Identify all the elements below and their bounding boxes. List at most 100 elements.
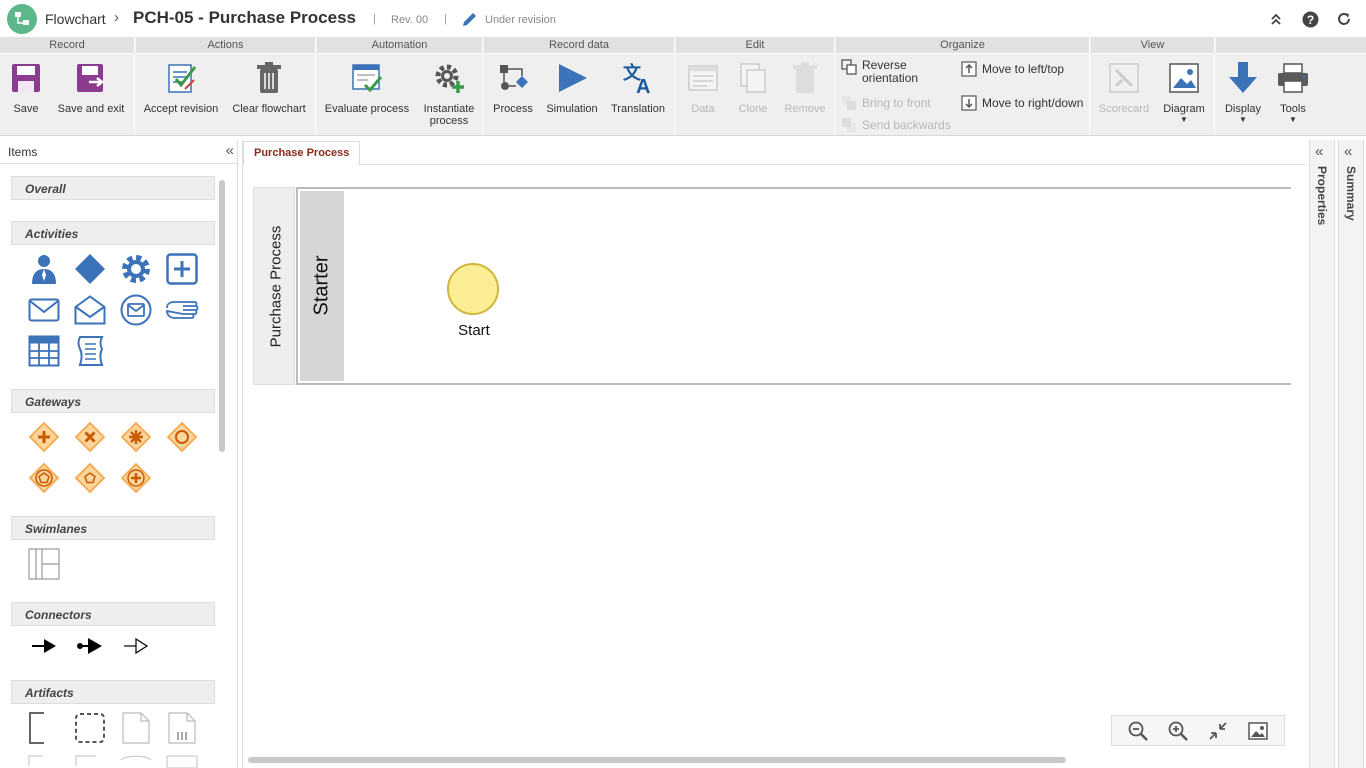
exclusive-event-gateway-icon[interactable] bbox=[73, 461, 107, 495]
default-flow-icon[interactable] bbox=[119, 629, 153, 663]
pool-header[interactable]: Purchase Process bbox=[253, 187, 295, 385]
clear-flowchart-button[interactable]: Clear flowchart bbox=[230, 60, 308, 115]
scorecard-button[interactable]: Scorecard bbox=[1097, 60, 1151, 115]
evaluate-process-button[interactable]: Evaluate process bbox=[323, 60, 411, 115]
data-icon bbox=[685, 60, 721, 96]
save-and-exit-button[interactable]: Save and exit bbox=[55, 60, 127, 115]
fit-icon[interactable] bbox=[1207, 720, 1229, 742]
properties-label: Properties bbox=[1315, 166, 1329, 226]
accept-revision-button[interactable]: Accept revision bbox=[142, 60, 220, 115]
sequence-flow-icon[interactable] bbox=[27, 629, 61, 663]
save-icon bbox=[8, 60, 44, 96]
expand-summary-icon[interactable]: « bbox=[1344, 143, 1353, 160]
group-label: Record data bbox=[484, 37, 674, 54]
subprocess-icon[interactable] bbox=[165, 252, 199, 286]
evaluate-process-label: Evaluate process bbox=[324, 103, 410, 115]
separator: | bbox=[444, 13, 447, 25]
dropdown-caret-icon: ▼ bbox=[1289, 115, 1297, 124]
move-left-top-label: Move to left/top bbox=[982, 62, 1065, 76]
zoom-in-icon[interactable] bbox=[1167, 720, 1189, 742]
help-icon[interactable]: ? bbox=[1300, 9, 1320, 29]
start-event[interactable] bbox=[447, 263, 499, 315]
tab-purchase-process[interactable]: Purchase Process bbox=[243, 141, 361, 165]
message-icon[interactable] bbox=[27, 293, 61, 327]
diamond-icon[interactable] bbox=[73, 252, 107, 286]
exclusive-gateway-icon[interactable] bbox=[73, 420, 107, 454]
gear-plus-icon bbox=[431, 60, 467, 96]
scorecard-label: Scorecard bbox=[1098, 103, 1150, 115]
bring-to-front-button[interactable]: Bring to front bbox=[841, 95, 931, 111]
lane-header[interactable]: Starter bbox=[300, 191, 344, 381]
pool[interactable]: Purchase Process Starter Start bbox=[253, 187, 1291, 385]
process-button[interactable]: Process bbox=[490, 60, 536, 115]
data-button[interactable]: Data bbox=[684, 60, 722, 115]
translation-button[interactable]: 文A Translation bbox=[608, 60, 668, 115]
section-artifacts[interactable]: Artifacts bbox=[11, 680, 215, 704]
breadcrumb-flowchart[interactable]: Flowchart bbox=[45, 11, 106, 27]
clone-button[interactable]: Clone bbox=[734, 60, 772, 115]
data-object-icon[interactable] bbox=[119, 711, 153, 745]
manual-task-icon[interactable] bbox=[165, 293, 199, 327]
service-task-icon[interactable] bbox=[119, 252, 153, 286]
translate-icon: 文A bbox=[620, 60, 656, 96]
complex-gateway-icon[interactable] bbox=[119, 420, 153, 454]
items-panel-scrollbar[interactable] bbox=[219, 180, 225, 452]
pencil-icon bbox=[461, 11, 478, 31]
table-icon[interactable] bbox=[27, 334, 61, 368]
display-button[interactable]: Display ▼ bbox=[1220, 60, 1266, 124]
reverse-orientation-button[interactable]: Reverse orientation bbox=[841, 59, 932, 85]
collapse-up-icon[interactable] bbox=[1266, 9, 1286, 29]
export-image-icon[interactable] bbox=[1247, 720, 1269, 742]
data-collection-icon[interactable] bbox=[165, 711, 199, 745]
zoom-out-icon[interactable] bbox=[1127, 720, 1149, 742]
group-automation: Automation Evaluate process Instantiate … bbox=[317, 37, 483, 135]
group-edit: Edit Data Clone Remove bbox=[676, 37, 835, 135]
tools-button[interactable]: Tools ▼ bbox=[1272, 60, 1314, 124]
canvas-horizontal-scrollbar[interactable] bbox=[248, 757, 1066, 763]
parallel-gateway-icon[interactable] bbox=[27, 420, 61, 454]
revision-label: Rev. 00 bbox=[391, 14, 429, 26]
conditional-flow-icon[interactable] bbox=[73, 629, 107, 663]
artifacts-overflow-row bbox=[11, 752, 215, 768]
summary-label: Summary bbox=[1344, 166, 1358, 221]
simulation-button[interactable]: Simulation bbox=[544, 60, 600, 115]
user-task-icon[interactable] bbox=[27, 252, 61, 286]
properties-panel[interactable]: « Properties bbox=[1309, 140, 1335, 768]
instantiate-process-button[interactable]: Instantiate process bbox=[417, 60, 481, 127]
refresh-icon[interactable] bbox=[1334, 9, 1354, 29]
inclusive-gateway-icon[interactable] bbox=[165, 420, 199, 454]
summary-panel[interactable]: « Summary bbox=[1338, 140, 1364, 768]
move-right-down-button[interactable]: Move to right/down bbox=[961, 95, 1083, 111]
section-activities[interactable]: Activities bbox=[11, 221, 215, 245]
section-overall[interactable]: Overall bbox=[11, 176, 215, 200]
parallel-event-gateway-icon[interactable] bbox=[119, 461, 153, 495]
send-backwards-button[interactable]: Send backwards bbox=[841, 117, 951, 133]
script-icon[interactable] bbox=[73, 334, 107, 368]
section-gateways[interactable]: Gateways bbox=[11, 389, 215, 413]
diagram-button[interactable]: Diagram ▼ bbox=[1159, 60, 1209, 124]
diagram-canvas[interactable]: Purchase Process Purchase Process Starte… bbox=[242, 140, 1307, 768]
save-button[interactable]: Save bbox=[6, 60, 46, 115]
remove-button[interactable]: Remove bbox=[782, 60, 828, 115]
remove-trash-icon bbox=[787, 60, 823, 96]
collapse-left-icon[interactable]: « bbox=[226, 142, 235, 159]
event-gateway-icon[interactable] bbox=[27, 461, 61, 495]
group-view: View Scorecard Diagram ▼ bbox=[1091, 37, 1215, 135]
section-label: Overall bbox=[25, 182, 66, 196]
message-event-icon[interactable] bbox=[119, 293, 153, 327]
svg-text:?: ? bbox=[1306, 13, 1313, 27]
expand-properties-icon[interactable]: « bbox=[1315, 143, 1324, 160]
group-record-data: Record data Process Simulation 文A Transl… bbox=[484, 37, 675, 135]
group-icon[interactable] bbox=[73, 711, 107, 745]
open-message-icon[interactable] bbox=[73, 293, 107, 327]
move-left-top-button[interactable]: Move to left/top bbox=[961, 61, 1064, 77]
section-label: Connectors bbox=[25, 608, 92, 622]
swimlane[interactable]: Starter Start bbox=[296, 187, 1291, 385]
section-swimlanes[interactable]: Swimlanes bbox=[11, 516, 215, 540]
diagram-image-icon bbox=[1166, 60, 1202, 96]
clear-flowchart-label: Clear flowchart bbox=[232, 103, 306, 115]
swimlane-icon[interactable] bbox=[27, 547, 61, 581]
section-connectors[interactable]: Connectors bbox=[11, 602, 215, 626]
annotation-icon[interactable] bbox=[21, 711, 55, 745]
tab-divider bbox=[358, 164, 1307, 165]
